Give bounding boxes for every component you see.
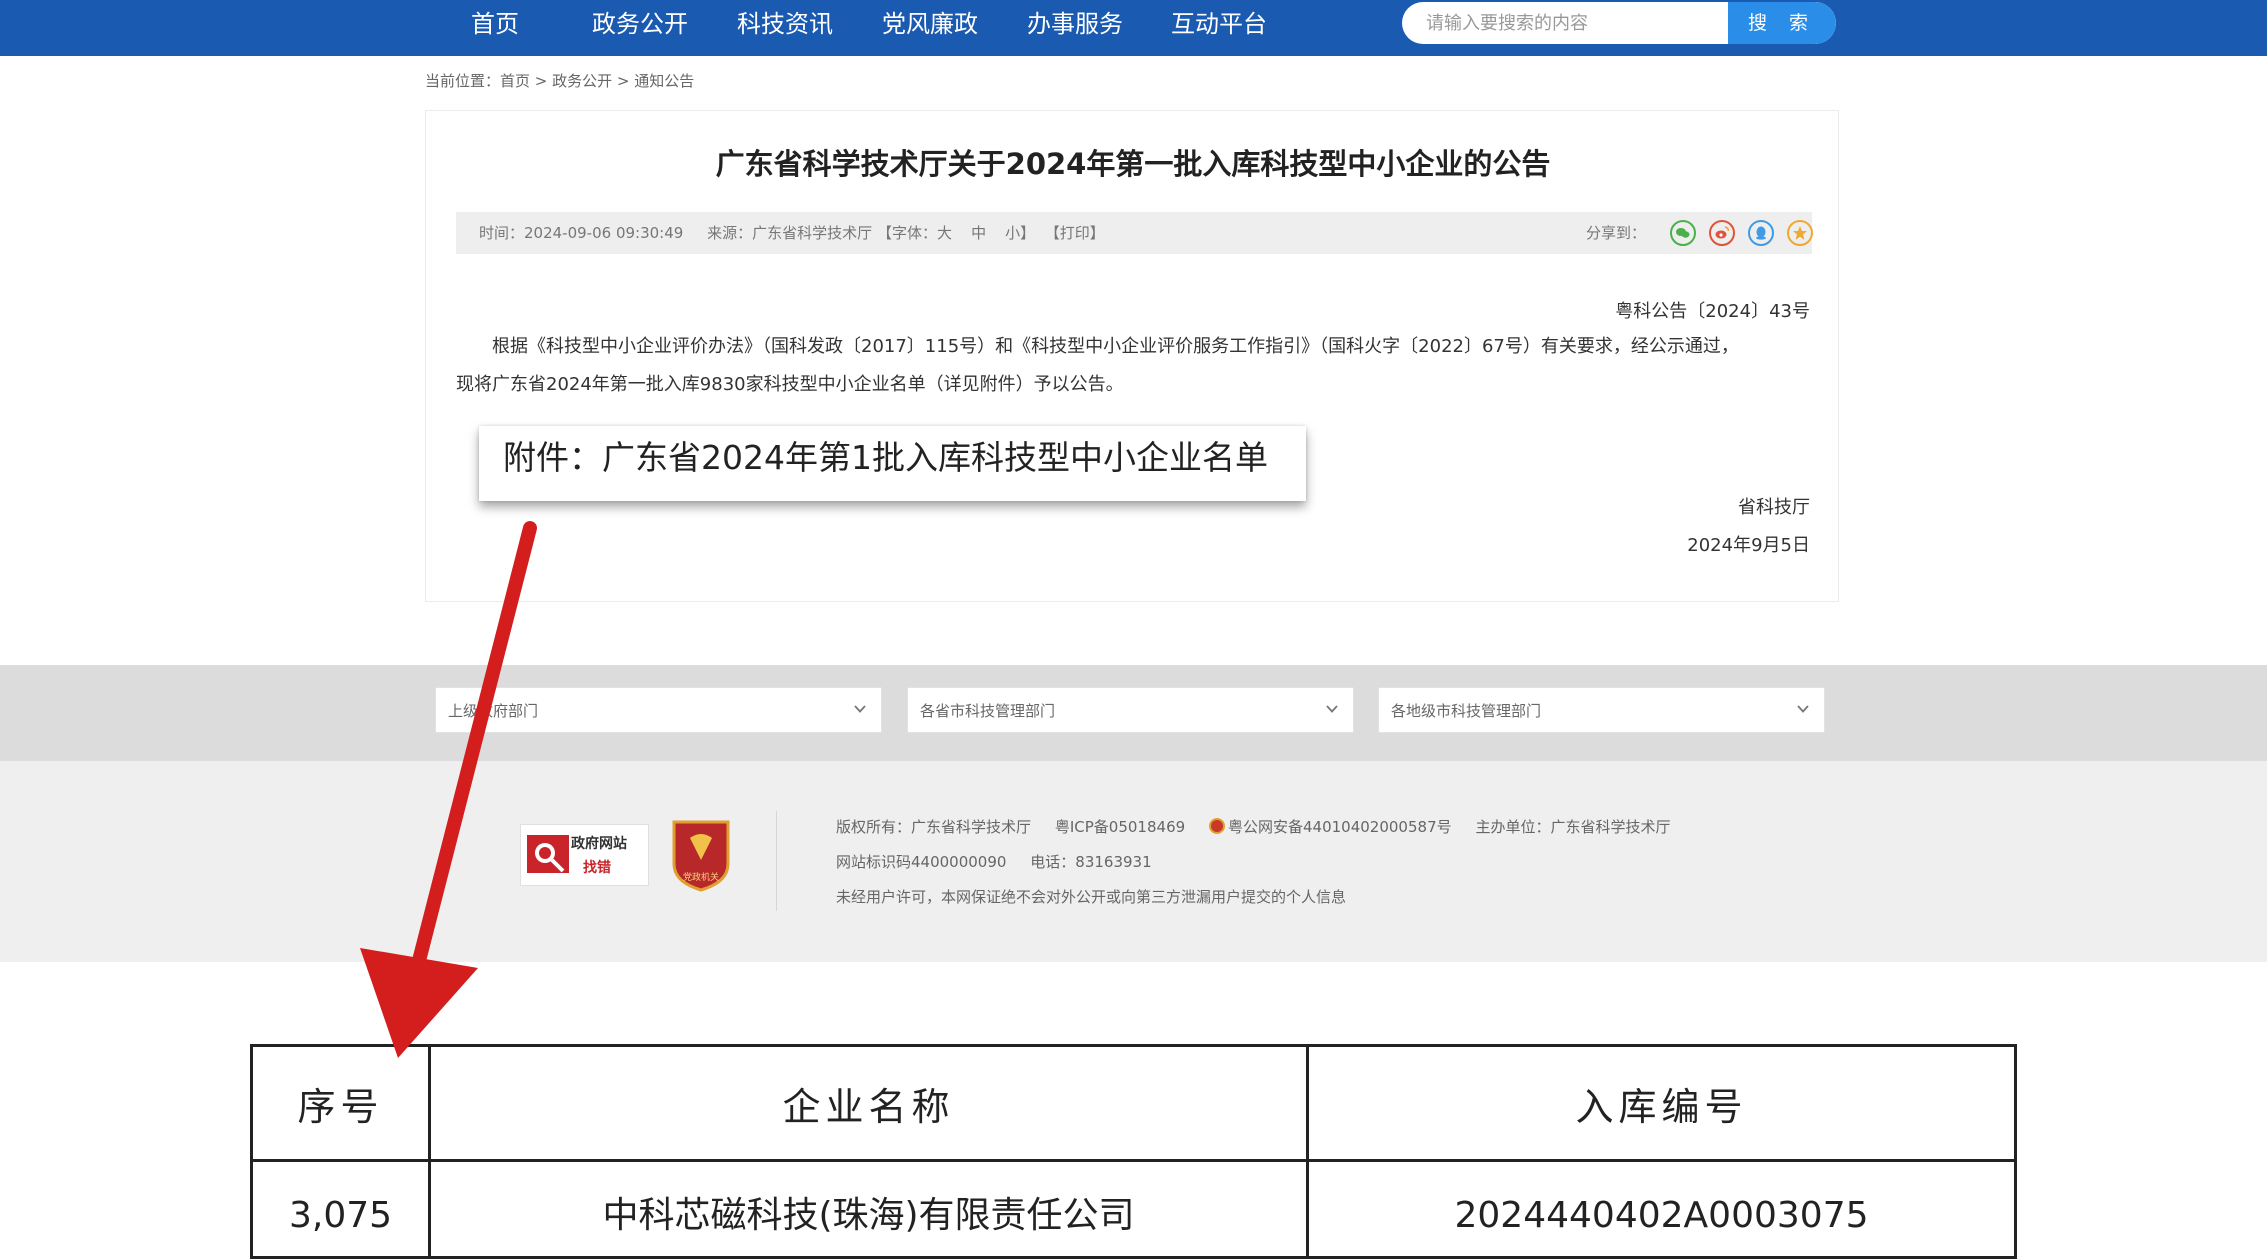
gov-badge-subtitle: 找错 (583, 860, 611, 876)
search-input[interactable] (1402, 2, 1728, 44)
phone-text: 电话：83163931 (1030, 853, 1152, 871)
icp-link[interactable]: 粤ICP备05018469 (1055, 818, 1185, 836)
party-badge-label: 党政机关 (682, 873, 719, 883)
police-badge-icon (1209, 818, 1225, 834)
table-row: 3,075 中科芯磁科技(珠海)有限责任公司 2024440402A000307… (250, 1159, 2017, 1259)
breadcrumb-separator: > (612, 72, 635, 90)
sign-date: 2024年9月5日 (1687, 535, 1810, 556)
company-list-table: 序号 企业名称 入库编号 3,075 中科芯磁科技(珠海)有限责任公司 2024… (250, 1044, 2017, 1259)
column-header-company-name: 企业名称 (428, 1044, 1309, 1162)
document-number: 粤科公告〔2024〕43号 (1615, 301, 1810, 322)
table-header-row: 序号 企业名称 入库编号 (250, 1044, 2017, 1162)
font-size-prefix: 【字体： (876, 224, 937, 242)
font-size-small-link[interactable]: 小 (1005, 224, 1020, 242)
site-id-text: 网站标识码4400000090 (836, 853, 1007, 871)
chevron-down-icon (1797, 705, 1809, 713)
nav-item-home[interactable]: 首页 (471, 0, 519, 48)
font-size-medium-link[interactable]: 中 (971, 224, 986, 242)
nav-item-government-affairs[interactable]: 政务公开 (592, 0, 688, 48)
nav-item-party-integrity[interactable]: 党风廉政 (882, 0, 978, 48)
attachment-label: 附件：广东省2024年第1批入库科技型中小企业名单 (503, 438, 1268, 477)
font-size-suffix: 】 (1020, 224, 1036, 242)
city-tech-dept-dropdown[interactable]: 各地级市科技管理部门 (1378, 687, 1825, 733)
column-header-registration-no: 入库编号 (1306, 1044, 2017, 1162)
cell-company-name: 中科芯磁科技(珠海)有限责任公司 (428, 1159, 1309, 1259)
site-footer: 政府网站 找错 党政机关 版权所有：广东省科学技术厅 粤ICP备05018469… (0, 761, 2267, 962)
cell-index: 3,075 (250, 1159, 431, 1259)
top-nav-bar: 首页 政务公开 科技资讯 党风廉政 办事服务 互动平台 搜 索 (0, 0, 2267, 56)
provincial-tech-dept-dropdown[interactable]: 各省市科技管理部门 (907, 687, 1354, 733)
search-button[interactable]: 搜 索 (1728, 2, 1836, 44)
nav-item-interaction[interactable]: 互动平台 (1171, 0, 1267, 48)
font-size-large-link[interactable]: 大 (937, 224, 952, 242)
breadcrumb-separator: > (530, 72, 553, 90)
footer-info-line: 版权所有：广东省科学技术厅 粤ICP备05018469 粤公网安备4401040… (836, 816, 1670, 837)
arrow-head (360, 948, 478, 1058)
dropdown-label: 各省市科技管理部门 (920, 702, 1056, 720)
copyright-text: 版权所有：广东省科学技术厅 (836, 818, 1032, 836)
cell-registration-no: 2024440402A0003075 (1306, 1159, 2017, 1259)
dropdown-label: 各地级市科技管理部门 (1391, 702, 1542, 720)
privacy-notice: 未经用户许可，本网保证绝不会对外公开或向第三方泄漏用户提交的个人信息 (836, 888, 1347, 906)
wechat-share-icon[interactable] (1670, 220, 1696, 246)
article-paragraph: 现将广东省2024年第一批入库9830家科技型中小企业名单（详见附件）予以公告。 (456, 374, 1124, 395)
search-box: 搜 索 (1402, 2, 1836, 44)
signer: 省科技厅 (1738, 497, 1810, 518)
dropdown-label: 上级政府部门 (448, 702, 539, 720)
chevron-down-icon (854, 705, 866, 713)
sponsor-text: 主办单位：广东省科学技术厅 (1475, 818, 1671, 836)
superior-gov-dept-dropdown[interactable]: 上级政府部门 (435, 687, 882, 733)
column-header-index: 序号 (250, 1044, 431, 1162)
article-paragraph: 根据《科技型中小企业评价办法》（国科发政〔2017〕115号）和《科技型中小企业… (492, 336, 1739, 357)
favorite-star-icon[interactable] (1787, 220, 1813, 246)
article-card: 广东省科学技术厅关于2024年第一批入库科技型中小企业的公告 时间：2024-0… (425, 110, 1839, 602)
breadcrumb-current[interactable]: 通知公告 (634, 72, 694, 90)
share-label: 分享到： (1586, 224, 1647, 242)
chevron-down-icon (1326, 705, 1338, 713)
friendly-links-bar: 上级政府部门 各省市科技管理部门 各地级市科技管理部门 (0, 665, 2267, 761)
footer-info-line: 网站标识码4400000090 电话：83163931 (836, 851, 1152, 872)
article-source: 来源：广东省科学技术厅 (707, 224, 873, 242)
nav-item-tech-news[interactable]: 科技资讯 (737, 0, 833, 48)
article-title: 广东省科学技术厅关于2024年第一批入库科技型中小企业的公告 (715, 147, 1551, 181)
weibo-share-icon[interactable] (1709, 220, 1735, 246)
article-meta: 时间：2024-09-06 09:30:49 来源：广东省科学技术厅 【字体：大… (479, 212, 1105, 254)
publish-time: 时间：2024-09-06 09:30:49 (479, 224, 684, 242)
gov-site-error-report-badge[interactable]: 政府网站 找错 (520, 824, 649, 886)
magnifier-icon (527, 835, 569, 873)
party-gov-organ-badge[interactable]: 党政机关 (670, 816, 732, 892)
breadcrumb-section[interactable]: 政务公开 (552, 72, 612, 90)
article-meta-bar: 时间：2024-09-06 09:30:49 来源：广东省科学技术厅 【字体：大… (456, 212, 1813, 254)
nav-item-services[interactable]: 办事服务 (1027, 0, 1123, 48)
breadcrumb-home[interactable]: 首页 (500, 72, 530, 90)
breadcrumb: 当前位置：首页 > 政务公开 > 通知公告 (425, 70, 694, 91)
qq-share-icon[interactable] (1748, 220, 1774, 246)
breadcrumb-prefix: 当前位置： (425, 72, 501, 90)
footer-divider (776, 811, 777, 911)
attachment-link[interactable]: 附件：广东省2024年第1批入库科技型中小企业名单 (479, 426, 1306, 501)
police-record-link[interactable]: 粤公网安备44010402000587号 (1228, 818, 1452, 836)
gov-badge-title: 政府网站 (571, 836, 627, 852)
print-link[interactable]: 【打印】 (1045, 224, 1105, 242)
